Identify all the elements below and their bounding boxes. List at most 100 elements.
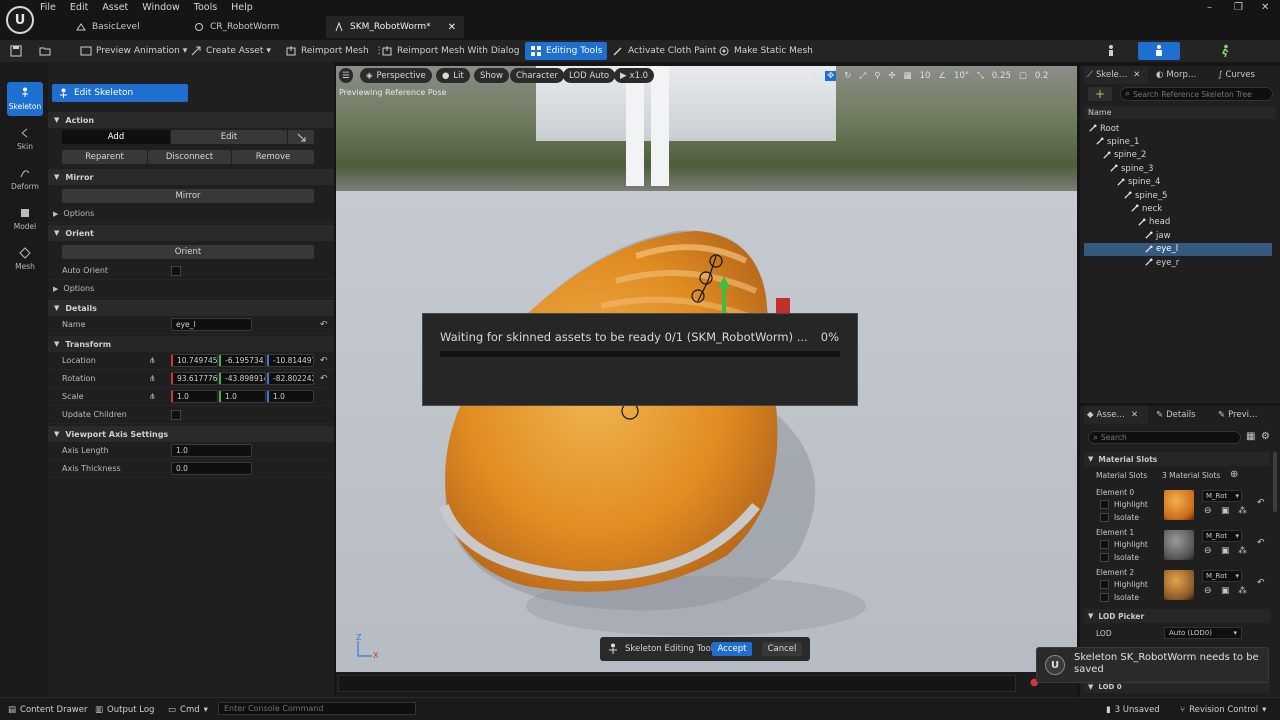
lit-button[interactable]: ● Lit xyxy=(436,68,470,83)
coordinate-system-icon[interactable]: ⚲ xyxy=(874,71,880,81)
camera-speed-value[interactable]: 0.2 xyxy=(1035,71,1049,81)
reset-icon[interactable]: ↶ xyxy=(320,320,328,330)
disconnect-button[interactable]: Disconnect xyxy=(148,150,231,164)
console-input[interactable]: Enter Console Command xyxy=(218,702,416,715)
translate-icon[interactable]: ✥ xyxy=(825,70,837,81)
add-bone-button[interactable]: + xyxy=(1088,87,1112,101)
remove-button[interactable]: Remove xyxy=(232,150,314,164)
section-viewport-axis-settings[interactable]: ▼ Viewport Axis Settings xyxy=(48,426,334,442)
camera-speed-icon[interactable]: ▢ xyxy=(1019,71,1027,81)
skeleton-mode-button[interactable] xyxy=(1090,42,1132,60)
material-dropdown[interactable]: M_Rot ▾ xyxy=(1202,490,1242,502)
scale-z[interactable]: 1.0 xyxy=(267,390,314,403)
section-material-slots[interactable]: ▼ Material Slots xyxy=(1084,452,1270,466)
maximize-icon[interactable]: ❐ xyxy=(1234,2,1243,13)
character-button[interactable]: Character xyxy=(510,68,564,83)
edit-button[interactable]: Edit xyxy=(171,130,287,144)
section-action[interactable]: ▼ Action xyxy=(48,112,334,128)
tab-cr-robotworm[interactable]: CR_RobotWorm xyxy=(186,16,322,38)
navigate-arrow-icon[interactable]: ⊖ xyxy=(1204,586,1212,596)
add-material-slot-icon[interactable]: ⊕ xyxy=(1230,469,1238,480)
output-log-button[interactable]: ▥ Output Log xyxy=(95,703,154,716)
create-asset-button[interactable]: Create Asset ▾ xyxy=(190,42,271,60)
rail-deform[interactable]: Deform xyxy=(7,162,43,196)
scale-y[interactable]: 1.0 xyxy=(219,390,266,403)
material-options-icon[interactable]: ⁂ xyxy=(1238,506,1247,516)
navigate-arrow-icon[interactable]: ⊖ xyxy=(1204,506,1212,516)
mesh-mode-button[interactable] xyxy=(1138,42,1180,60)
timeline-track[interactable] xyxy=(338,675,1016,692)
skeleton-search-box[interactable]: ⌕ xyxy=(1120,87,1273,101)
bone-row[interactable]: spine_3 xyxy=(1084,162,1272,175)
browse-folder-icon[interactable]: ▣ xyxy=(1221,586,1230,596)
animation-mode-button[interactable] xyxy=(1204,42,1246,60)
rotation-x[interactable]: 93.617776 xyxy=(171,372,218,385)
mirror-button[interactable]: Mirror xyxy=(62,189,314,203)
menu-help[interactable]: Help xyxy=(231,2,253,13)
make-static-mesh-button[interactable]: Make Static Mesh xyxy=(718,42,813,60)
section-details[interactable]: ▼ Details xyxy=(48,300,334,316)
highlight-checkbox[interactable] xyxy=(1100,500,1109,509)
close-tab-icon[interactable]: ✕ xyxy=(448,22,456,33)
minimize-icon[interactable]: – xyxy=(1207,2,1212,13)
tab-skeleton-tree[interactable]: ⟋ Skele… ✕ xyxy=(1084,66,1148,84)
unsaved-button[interactable]: ▮ 3 Unsaved xyxy=(1106,703,1160,716)
angle-snap-icon[interactable]: ∠ xyxy=(938,71,946,81)
grid-snap-value[interactable]: 10 xyxy=(920,71,931,81)
tab-skm-robotworm[interactable]: SKM_RobotWorm* ✕ xyxy=(326,16,464,38)
coordinate-space-icon[interactable]: ⋔ xyxy=(149,392,156,401)
close-window-icon[interactable]: ✕ xyxy=(1261,2,1269,13)
isolate-checkbox[interactable] xyxy=(1100,593,1109,602)
rail-skin[interactable]: Skin xyxy=(7,122,43,156)
update-children-checkbox[interactable] xyxy=(171,410,181,420)
material-thumbnail[interactable] xyxy=(1164,530,1194,560)
activate-cloth-paint-button[interactable]: Activate Cloth Paint xyxy=(612,42,716,60)
revision-control-button[interactable]: ⑂ Revision Control ▾ xyxy=(1180,703,1266,716)
reset-icon[interactable]: ↶ xyxy=(1257,578,1265,588)
reset-icon[interactable]: ↶ xyxy=(1257,498,1265,508)
scale-icon[interactable]: ⤢ xyxy=(859,71,866,81)
material-dropdown[interactable]: M_Rot ▾ xyxy=(1202,530,1242,542)
material-options-icon[interactable]: ⁂ xyxy=(1238,546,1247,556)
bone-row[interactable]: spine_4 xyxy=(1084,176,1272,189)
unreal-logo-icon[interactable]: U xyxy=(6,6,34,34)
bone-row[interactable]: head xyxy=(1084,216,1272,229)
editing-tools-button[interactable]: Editing Tools xyxy=(525,42,608,60)
location-z[interactable]: -10.814497 xyxy=(267,354,314,367)
reimport-mesh-button[interactable]: Reimport Mesh ⋮ xyxy=(285,42,384,60)
orient-button[interactable]: Orient xyxy=(62,245,314,259)
save-icon[interactable] xyxy=(10,42,26,60)
playback-speed-button[interactable]: ▶ x1.0 xyxy=(614,68,655,83)
tab-details[interactable]: ✎ Details xyxy=(1152,406,1214,424)
bone-row[interactable]: eye_l xyxy=(1084,242,1272,256)
show-button[interactable]: Show xyxy=(474,68,509,83)
menu-file[interactable]: File xyxy=(40,2,56,13)
rail-model[interactable]: Model xyxy=(7,202,43,236)
material-thumbnail[interactable] xyxy=(1164,490,1194,520)
preview-animation-button[interactable]: Preview Animation ▾ xyxy=(80,42,187,60)
select-arrow-icon[interactable]: ➤ xyxy=(810,71,817,81)
section-mirror[interactable]: ▼ Mirror xyxy=(48,169,334,185)
rotation-y[interactable]: -43.898914 xyxy=(219,372,266,385)
menu-window[interactable]: Window xyxy=(142,2,179,13)
rail-skeleton[interactable]: Skeleton xyxy=(7,82,43,116)
menu-asset[interactable]: Asset xyxy=(102,2,128,13)
menu-tools[interactable]: Tools xyxy=(194,2,217,13)
settings-gear-icon[interactable]: ⚙ xyxy=(1261,431,1270,442)
axis-thickness-field[interactable]: 0.0 xyxy=(171,462,252,475)
bone-row[interactable]: spine_5 xyxy=(1084,189,1272,202)
details-scrollbar[interactable] xyxy=(1273,452,1277,512)
reset-icon[interactable]: ↶ xyxy=(320,374,328,384)
accept-button[interactable]: Accept xyxy=(712,642,752,656)
location-y[interactable]: -6.195734 xyxy=(219,354,266,367)
menu-edit[interactable]: Edit xyxy=(70,2,88,13)
highlight-checkbox[interactable] xyxy=(1100,540,1109,549)
bone-row[interactable]: neck xyxy=(1084,202,1272,215)
bone-row[interactable]: jaw xyxy=(1084,229,1272,242)
table-view-icon[interactable]: ▦ xyxy=(1246,431,1255,442)
navigate-arrow-icon[interactable]: ⊖ xyxy=(1204,546,1212,556)
highlight-checkbox[interactable] xyxy=(1100,580,1109,589)
bone-row[interactable]: spine_1 xyxy=(1084,135,1272,148)
reimport-mesh-with-dialog-button[interactable]: Reimport Mesh With Dialog ⋮ xyxy=(381,42,534,60)
options-row[interactable]: ▶ Options xyxy=(48,205,334,223)
